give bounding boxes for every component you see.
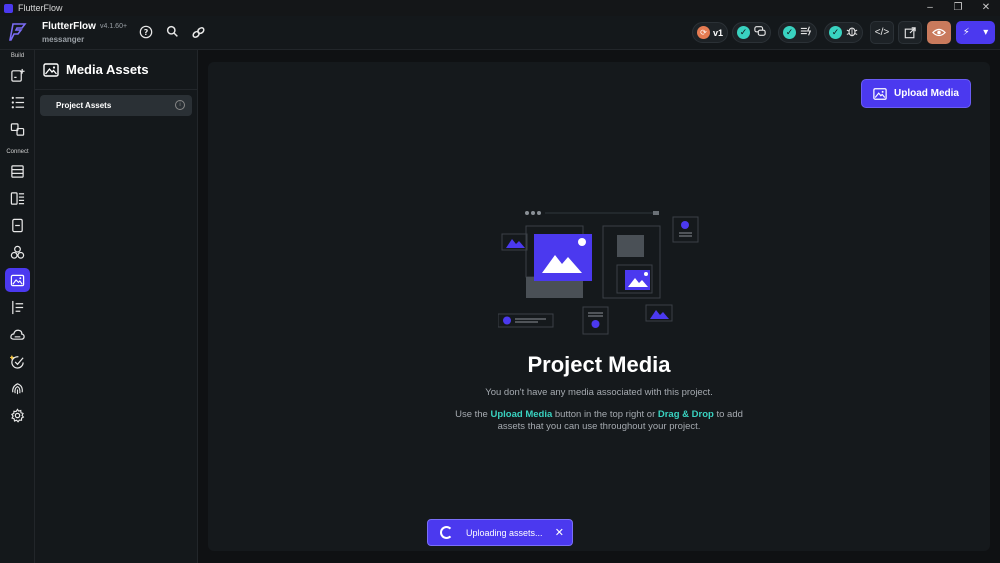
search-icon[interactable]	[164, 25, 180, 41]
add-page-icon[interactable]	[8, 66, 27, 85]
api-icon[interactable]	[8, 298, 27, 317]
empty-state-message: You don't have any media associated with…	[485, 387, 713, 398]
check-icon: ✓	[783, 26, 796, 39]
sidebar-item-label: Project Assets	[56, 101, 112, 110]
run-test-button[interactable]: ⚡ ▾	[956, 21, 995, 44]
svg-text:?: ?	[144, 28, 149, 37]
flow-icon	[799, 25, 812, 40]
rail-section-connect: Connect	[6, 149, 29, 155]
image-icon	[43, 62, 59, 78]
loading-spinner-icon	[440, 526, 453, 539]
upload-media-label: Upload Media	[893, 88, 959, 99]
close-window-button[interactable]: ✕	[972, 0, 1000, 16]
version-pill[interactable]: ⟳ v1	[692, 22, 729, 43]
check-icon: ✓	[737, 26, 750, 39]
flow-status-pill[interactable]: ✓	[778, 22, 817, 43]
lightning-icon: ⚡	[962, 27, 970, 38]
version-status-icon: ⟳	[697, 26, 710, 39]
info-icon[interactable]: i	[175, 100, 185, 110]
preview-eye-icon[interactable]	[927, 21, 951, 44]
chevron-down-icon[interactable]: ▾	[983, 27, 988, 38]
media-assets-panel: Media Assets Project Assets i	[35, 50, 198, 563]
project-name[interactable]: messanger	[42, 35, 84, 44]
integrations-icon[interactable]	[8, 243, 27, 262]
link-icon[interactable]	[190, 25, 206, 41]
cloud-icon[interactable]	[8, 325, 27, 344]
upload-toast: Uploading assets... ✕	[427, 519, 573, 546]
panel-title: Media Assets	[66, 62, 149, 77]
fingerprint-icon[interactable]	[8, 379, 27, 398]
navigation-rail: Build Connect	[0, 50, 35, 563]
open-external-icon[interactable]	[898, 21, 922, 44]
close-icon[interactable]: ✕	[555, 526, 564, 539]
project-app-name: FlutterFlow	[42, 21, 96, 32]
page-title: Project Media	[527, 352, 671, 377]
toast-label: Uploading assets...	[466, 527, 543, 538]
check-icon: ✓	[829, 26, 842, 39]
upload-media-button[interactable]: Upload Media	[861, 79, 971, 108]
chat-icon	[753, 25, 766, 40]
help-upload-highlight: Upload Media	[490, 409, 553, 420]
project-media-content: Upload Media Project Media You don't hav…	[208, 62, 990, 551]
maximize-button[interactable]: ❐	[944, 0, 972, 16]
app-version: v4.1.60+	[100, 23, 128, 30]
panel-header: Media Assets	[35, 50, 198, 90]
window-title: FlutterFlow	[18, 3, 63, 13]
help-icon[interactable]: ?	[138, 25, 154, 41]
sidebar-item-project-assets[interactable]: Project Assets i	[40, 95, 192, 116]
widget-tree-icon[interactable]	[8, 93, 27, 112]
app-icon	[4, 3, 13, 13]
agent-icon[interactable]	[8, 352, 27, 371]
version-label: v1	[713, 27, 724, 38]
empty-state-help: Use the Upload Media button in the top r…	[449, 409, 749, 433]
debug-status-pill[interactable]: ✓	[824, 22, 863, 43]
code-icon[interactable]: </>	[870, 21, 894, 44]
components-icon[interactable]	[8, 120, 27, 139]
help-text-pre: Use the	[455, 409, 491, 420]
minimize-button[interactable]: –	[916, 0, 944, 16]
media-icon[interactable]	[5, 268, 30, 292]
window-controls: – ❐ ✕	[916, 0, 1000, 16]
data-icon[interactable]	[8, 162, 27, 181]
file-icon[interactable]	[8, 216, 27, 235]
help-text-mid: button in the top right or	[552, 409, 658, 420]
media-illustration	[497, 207, 703, 337]
chat-status-pill[interactable]: ✓	[732, 22, 771, 43]
settings-icon[interactable]	[8, 406, 27, 425]
image-icon	[873, 87, 887, 100]
help-drag-highlight: Drag & Drop	[657, 409, 714, 420]
bug-icon	[845, 25, 858, 40]
window-titlebar: FlutterFlow – ❐ ✕	[0, 0, 1000, 16]
flutterflow-logo-icon[interactable]	[7, 21, 29, 43]
layout-icon[interactable]	[8, 189, 27, 208]
top-toolbar: FlutterFlow v4.1.60+ messanger ? ⟳ v1 ✓ …	[0, 16, 1000, 50]
rail-section-build: Build	[10, 53, 25, 59]
